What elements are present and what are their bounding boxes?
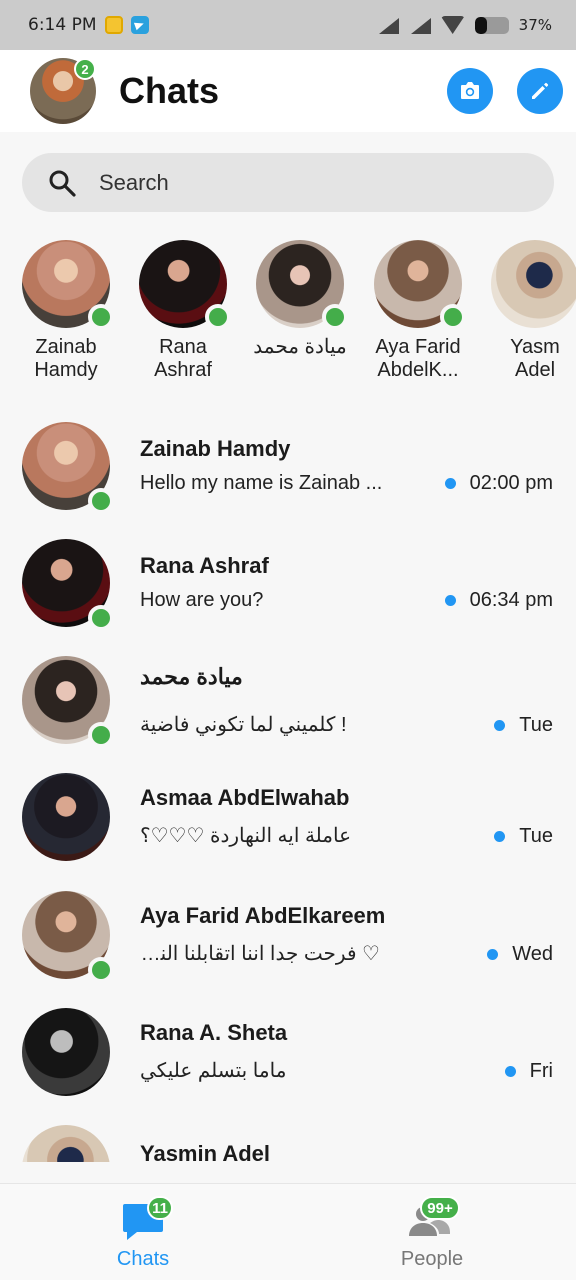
- app-header: 2 Chats: [0, 50, 576, 132]
- chat-meta: Fri: [504, 1060, 553, 1083]
- chat-meta: Wed: [487, 943, 553, 966]
- chat-avatar: [22, 539, 114, 631]
- story-name: Zainab Hamdy: [34, 336, 98, 381]
- chat-avatar: [22, 891, 114, 983]
- online-indicator: [322, 304, 348, 330]
- chat-time: 02:00 pm: [469, 472, 553, 494]
- battery-percent: 37%: [518, 16, 552, 34]
- chat-avatar: [22, 1008, 110, 1096]
- chat-row[interactable]: Rana A. Sheta ماما بتسلم عليكي Fri: [0, 986, 576, 1103]
- chat-name: Rana Ashraf: [140, 553, 269, 578]
- chat-time: 06:34 pm: [469, 589, 553, 611]
- new-message-button[interactable]: [517, 68, 563, 114]
- chat-last-message: ! كلميني لما تكوني فاضية: [140, 714, 347, 736]
- chat-meta: Tue: [494, 825, 553, 848]
- active-stories-row: Zainab Hamdy Rana Ashraf ميادة محمد Aya …: [0, 240, 576, 390]
- status-bar: 6:14 PM 37%: [0, 0, 576, 50]
- chat-avatar: [22, 422, 114, 514]
- chat-time: Tue: [519, 714, 553, 736]
- story-name: Yasm Adel: [510, 336, 560, 381]
- tab-people-label: People: [400, 1248, 464, 1270]
- chat-name: ميادة محمد: [140, 664, 243, 689]
- story-name: ميادة محمد: [253, 336, 347, 358]
- tab-chats[interactable]: 11 Chats: [43, 1184, 243, 1280]
- camera-icon: [461, 82, 479, 99]
- telegram-icon: [130, 16, 149, 34]
- chat-row[interactable]: Zainab Hamdy Hello my name is Zainab ...…: [0, 400, 576, 517]
- camera-button[interactable]: [447, 68, 493, 114]
- chat-name: Rana A. Sheta: [140, 1020, 288, 1045]
- story-item[interactable]: Aya Farid AbdelK...: [359, 240, 477, 382]
- chat-last-message: ماما بتسلم عليكي: [140, 1060, 287, 1082]
- chat-name: Asmaa AbdElwahab: [140, 785, 350, 810]
- chat-time: Wed: [512, 943, 553, 965]
- chat-last-message: Hello my name is Zainab ...: [140, 472, 383, 494]
- chat-row[interactable]: Rana Ashraf How are you? 06:34 pm: [0, 517, 576, 634]
- chat-row[interactable]: ميادة محمد ! كلميني لما تكوني فاضية Tue: [0, 634, 576, 751]
- search-icon: [49, 170, 76, 197]
- story-item[interactable]: Yasm Adel: [476, 240, 576, 382]
- chat-last-message: How are you?: [140, 589, 264, 611]
- story-avatar: [491, 240, 576, 328]
- unread-dot: [494, 831, 506, 842]
- signal-icon: [377, 16, 399, 34]
- chat-name: Zainab Hamdy: [140, 436, 291, 461]
- chat-avatar: [22, 656, 114, 748]
- pencil-icon: [532, 82, 549, 99]
- chat-list: Zainab Hamdy Hello my name is Zainab ...…: [0, 400, 576, 1162]
- story-item[interactable]: Zainab Hamdy: [7, 240, 125, 382]
- online-indicator: [205, 304, 231, 330]
- story-item[interactable]: Rana Ashraf: [124, 240, 242, 382]
- chat-time: Tue: [519, 825, 553, 847]
- search-input[interactable]: [99, 169, 499, 196]
- wifi-icon: [441, 16, 465, 34]
- chat-time: Fri: [529, 1060, 553, 1082]
- chat-avatar: [22, 773, 110, 861]
- chats-badge: 11: [147, 1196, 173, 1220]
- chat-name: Aya Farid AbdElkareem: [140, 903, 386, 928]
- unread-dot: [494, 720, 506, 731]
- tab-chats-label: Chats: [116, 1248, 170, 1270]
- chat-last-message: عاملة ايه النهاردة ♡♡♡؟: [140, 825, 352, 847]
- chat-last-message: ♡ فرحت جدا اننا اتقابلنا النهاردة: [140, 943, 380, 965]
- online-indicator: [88, 605, 114, 631]
- unread-dot: [444, 478, 456, 489]
- chat-row[interactable]: Yasmin Adel: [0, 1103, 576, 1162]
- signal-icon-2: [409, 16, 431, 34]
- online-indicator: [88, 957, 114, 983]
- story-avatar: [256, 240, 348, 330]
- online-indicator: [88, 304, 114, 330]
- online-indicator: [440, 304, 466, 330]
- profile-badge: 2: [74, 58, 96, 80]
- bottom-navigation: 11 Chats 99+ People: [0, 1183, 576, 1280]
- story-name: Rana Ashraf: [154, 336, 212, 381]
- chat-meta: 02:00 pm: [444, 472, 553, 495]
- battery-icon: [474, 16, 509, 34]
- unread-dot: [504, 1066, 516, 1077]
- chat-meta: Tue: [494, 714, 553, 737]
- online-indicator: [88, 722, 114, 748]
- story-avatar: [139, 240, 231, 330]
- people-badge: 99+: [420, 1196, 460, 1220]
- chat-row[interactable]: Aya Farid AbdElkareem ♡ فرحت جدا اننا ات…: [0, 869, 576, 986]
- page-title: Chats: [119, 70, 220, 111]
- unread-dot: [444, 595, 456, 606]
- chat-row[interactable]: Asmaa AbdElwahab عاملة ايه النهاردة ♡♡♡؟…: [0, 751, 576, 868]
- story-item[interactable]: ميادة محمد: [241, 240, 359, 359]
- chat-name: Yasmin Adel: [140, 1141, 271, 1162]
- search-bar[interactable]: [22, 153, 554, 212]
- story-avatar: [374, 240, 466, 330]
- chat-avatar: [22, 1125, 110, 1162]
- chat-meta: 06:34 pm: [444, 589, 553, 612]
- notification-app-icon: [104, 16, 123, 34]
- unread-dot: [487, 949, 499, 960]
- online-indicator: [88, 488, 114, 514]
- status-time: 6:14 PM: [28, 15, 97, 35]
- story-avatar: [22, 240, 114, 330]
- story-name: Aya Farid AbdelK...: [375, 336, 461, 381]
- tab-people[interactable]: 99+ People: [332, 1184, 532, 1280]
